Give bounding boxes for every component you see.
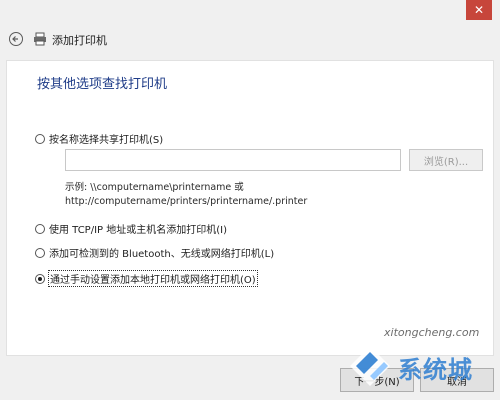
browse-button[interactable]: 浏览(R)... <box>409 149 483 171</box>
wizard-content: 按其他选项查找打印机 按名称选择共享打印机(S) 浏览(R)... 示例: \\… <box>6 60 494 356</box>
wizard-title: 添加打印机 <box>52 34 107 47</box>
option-shared-printer[interactable]: 按名称选择共享打印机(S) <box>35 131 163 146</box>
page-heading: 按其他选项查找打印机 <box>37 77 168 92</box>
option-label: 通过手动设置添加本地打印机或网络打印机(O) <box>48 270 258 287</box>
watermark-text: 系统城 <box>398 356 473 384</box>
radio-bluetooth[interactable] <box>35 247 45 258</box>
example-text: 示例: \\computername\printername 或 http://… <box>65 181 307 209</box>
close-button[interactable]: ✕ <box>466 0 492 20</box>
radio-shared-printer[interactable] <box>35 133 45 144</box>
option-label: 按名称选择共享打印机(S) <box>49 135 164 146</box>
option-label: 添加可检测到的 Bluetooth、无线或网络打印机(L) <box>49 249 275 260</box>
option-label: 使用 TCP/IP 地址或主机名添加打印机(I) <box>49 225 227 236</box>
example-line-2: http://computername/printers/printername… <box>65 196 308 207</box>
watermark-url: xitongcheng.com <box>384 326 480 339</box>
window-titlebar: ✕ <box>0 0 500 22</box>
radio-manual[interactable] <box>35 273 45 284</box>
option-bluetooth[interactable]: 添加可检测到的 Bluetooth、无线或网络打印机(L) <box>35 245 274 260</box>
shared-printer-input[interactable] <box>65 149 401 171</box>
back-button[interactable] <box>9 32 23 46</box>
back-arrow-icon <box>12 36 18 42</box>
printer-icon <box>34 32 46 46</box>
example-line-1: 示例: \\computername\printername 或 <box>65 182 244 193</box>
option-tcpip[interactable]: 使用 TCP/IP 地址或主机名添加打印机(I) <box>35 221 227 236</box>
close-icon: ✕ <box>473 3 485 17</box>
radio-tcpip[interactable] <box>35 223 45 234</box>
wizard-header: 添加打印机 <box>0 22 500 56</box>
option-manual[interactable]: 通过手动设置添加本地打印机或网络打印机(O) <box>35 270 258 287</box>
